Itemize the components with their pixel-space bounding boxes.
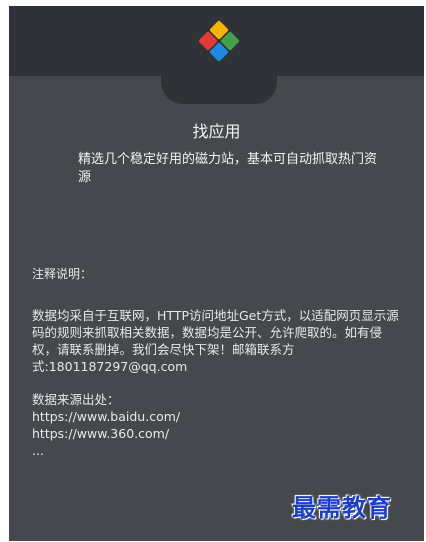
app-screen: 找应用 精选几个稳定好用的磁力站，基本可自动抓取热门资源 注释说明： 数据均采自…: [9, 6, 424, 541]
four-color-diamond-logo-icon: [198, 20, 240, 62]
source-ellipsis: ...: [32, 443, 44, 458]
source-link-360[interactable]: https://www.360.com/: [32, 425, 332, 442]
screenshot-frame: 找应用 精选几个稳定好用的磁力站，基本可自动抓取热门资源 注释说明： 数据均采自…: [0, 0, 426, 542]
page-title: 找应用: [192, 122, 241, 141]
sources-heading: 数据来源出处：: [32, 392, 120, 407]
source-link-baidu[interactable]: https://www.baidu.com/: [32, 408, 332, 425]
app-description: 精选几个稳定好用的磁力站，基本可自动抓取热门资源: [78, 152, 378, 185]
notes-heading: 注释说明：: [32, 267, 93, 281]
sources-section: 数据来源出处： https://www.baidu.com/ https://w…: [32, 391, 332, 459]
notes-text: 数据均采自于互联网，HTTP访问地址Get方式，以适配网页显示源码的规则来抓取相…: [32, 308, 399, 374]
watermark: 最需教育: [292, 493, 392, 522]
